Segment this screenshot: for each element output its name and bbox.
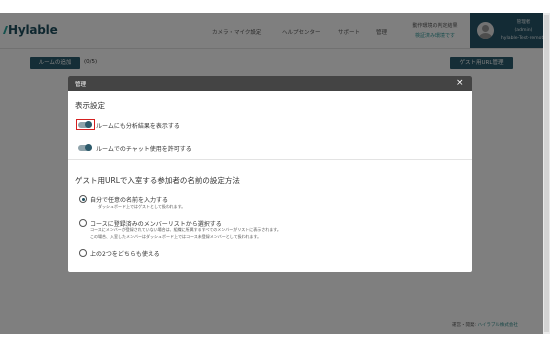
option-select-from-member-list-desc-1: コースにメンバーが登録されていない場合は、組織に所属するすべてのメンバーがリスト… <box>90 227 281 232</box>
option-allow-both-label[interactable]: 上の2つをどちらも使える <box>90 249 160 258</box>
close-icon[interactable]: × <box>456 78 464 88</box>
radio-selected-dot <box>81 197 85 201</box>
section-divider <box>68 159 472 160</box>
option-enter-own-name-desc: ダッシュボード上ではゲストとして扱われます。 <box>98 204 186 209</box>
radio-allow-both[interactable] <box>79 249 87 257</box>
option-select-from-member-list-desc-2: この場合、入室したメンバーはダッシュボード上ではコース未登録メンバーとして扱われ… <box>90 234 262 239</box>
toggle-show-analysis-label: ルームにも分析結果を表示する <box>96 123 180 130</box>
toggle-allow-chat-in-room[interactable] <box>78 144 92 151</box>
display-settings-heading: 表示設定 <box>75 101 105 110</box>
toggle-knob <box>85 144 92 151</box>
page-scrollbar[interactable] <box>543 13 550 334</box>
option-enter-own-name-label[interactable]: 自分で任意の名前を入力する <box>90 195 168 204</box>
admin-modal: 管理 × 表示設定 ルームにも分析結果を表示する ルームでのチャット使用を許可す… <box>68 76 472 272</box>
highlight-box <box>76 119 95 130</box>
modal-title: 管理 <box>75 82 87 88</box>
scrollbar-thumb[interactable] <box>544 15 549 332</box>
radio-enter-own-name[interactable] <box>79 195 87 203</box>
modal-header: 管理 × <box>68 76 472 91</box>
toggle-allow-chat-label: ルームでのチャット使用を許可する <box>96 146 192 153</box>
guest-name-heading: ゲスト用URLで入室する参加者の名前の設定方法 <box>75 176 240 185</box>
app-root: Hylable カメラ・マイク設定 ヘルプセンター サポート 管理 動作環境の判… <box>0 0 550 350</box>
radio-select-from-member-list[interactable] <box>79 219 87 227</box>
